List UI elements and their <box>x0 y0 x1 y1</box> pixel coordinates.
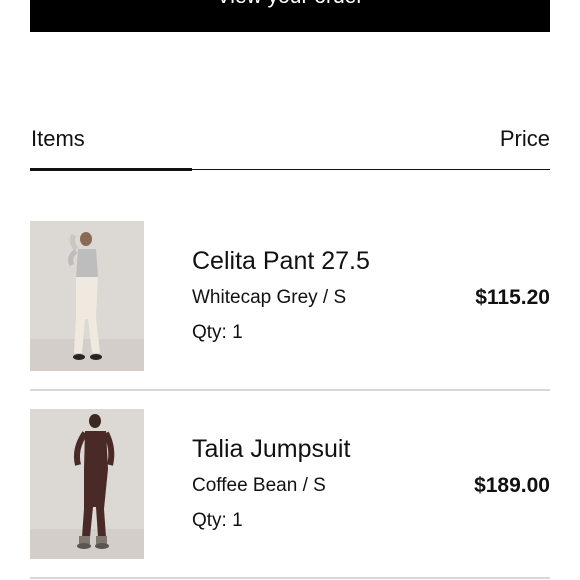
product-image[interactable] <box>30 221 144 371</box>
item-divider <box>30 389 550 391</box>
product-variant: Coffee Bean / S <box>192 475 326 496</box>
price-column-header: Price <box>499 126 550 151</box>
order-item-row: Celita Pant 27.5 Whitecap Grey / S Qty: … <box>30 221 550 373</box>
order-item-row: Talia Jumpsuit Coffee Bean / S Qty: 1 $1… <box>30 409 550 561</box>
product-name: Talia Jumpsuit <box>192 435 351 463</box>
product-image[interactable] <box>30 409 144 559</box>
order-table-header: Items Price <box>30 126 550 156</box>
item-divider <box>30 577 550 579</box>
view-order-button[interactable]: View your order <box>30 0 550 32</box>
product-quantity: Qty: 1 <box>192 510 243 531</box>
product-price: $115.20 <box>475 286 550 309</box>
items-column-underline <box>30 168 192 171</box>
product-name: Celita Pant 27.5 <box>192 247 370 275</box>
view-order-label: View your order <box>30 0 550 10</box>
product-quantity: Qty: 1 <box>192 322 243 343</box>
items-column-header: Items <box>31 126 85 151</box>
product-price: $189.00 <box>474 474 550 497</box>
product-variant: Whitecap Grey / S <box>192 287 347 308</box>
